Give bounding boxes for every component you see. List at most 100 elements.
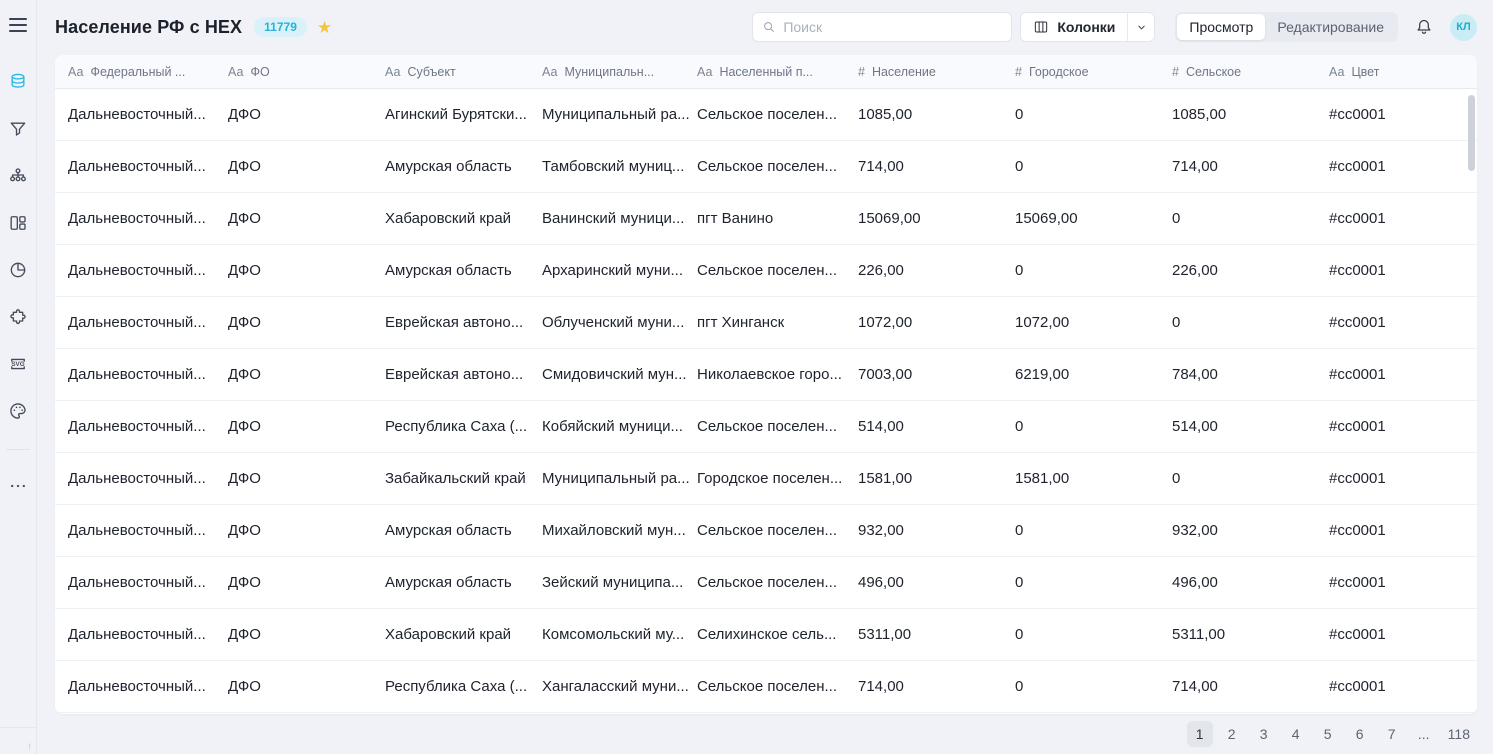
table-cell[interactable]: 0 xyxy=(1015,522,1172,539)
table-cell[interactable]: Хабаровский край xyxy=(385,210,542,227)
table-cell[interactable]: 714,00 xyxy=(1172,678,1329,695)
table-cell[interactable]: 5311,00 xyxy=(858,626,1015,643)
table-cell[interactable]: Селихинское сель... xyxy=(697,626,858,643)
table-cell[interactable]: Дальневосточный... xyxy=(68,106,228,123)
filter-icon[interactable] xyxy=(8,119,28,139)
table-cell[interactable]: ДФО xyxy=(228,314,385,331)
table-cell[interactable]: Амурская область xyxy=(385,262,542,279)
column-header-6[interactable]: #Население xyxy=(858,65,1015,79)
table-cell[interactable]: ДФО xyxy=(228,106,385,123)
table-cell[interactable]: ДФО xyxy=(228,366,385,383)
table-cell[interactable]: Забайкальский край xyxy=(385,470,542,487)
table-cell[interactable]: 496,00 xyxy=(858,574,1015,591)
table-cell[interactable]: 5311,00 xyxy=(1172,626,1329,643)
page-button-1[interactable]: 1 xyxy=(1187,721,1213,747)
table-cell[interactable]: ДФО xyxy=(228,522,385,539)
table-cell[interactable]: 1085,00 xyxy=(1172,106,1329,123)
table-cell[interactable]: #cc0001 xyxy=(1329,314,1477,331)
page-button-6[interactable]: 6 xyxy=(1347,721,1373,747)
column-header-4[interactable]: АаМуниципальн... xyxy=(542,65,697,79)
table-cell[interactable]: Дальневосточный... xyxy=(68,210,228,227)
table-cell[interactable]: #cc0001 xyxy=(1329,574,1477,591)
vertical-scrollbar[interactable] xyxy=(1468,95,1475,171)
table-cell[interactable]: ДФО xyxy=(228,678,385,695)
table-cell[interactable]: Дальневосточный... xyxy=(68,262,228,279)
table-cell[interactable]: Амурская область xyxy=(385,522,542,539)
table-cell[interactable]: Сельское поселен... xyxy=(697,574,858,591)
column-header-2[interactable]: АаФО xyxy=(228,65,385,79)
table-cell[interactable]: 514,00 xyxy=(858,418,1015,435)
table-cell[interactable]: Дальневосточный... xyxy=(68,418,228,435)
table-cell[interactable]: Ванинский муници... xyxy=(542,210,697,227)
table-cell[interactable]: ДФО xyxy=(228,470,385,487)
table-cell[interactable]: ДФО xyxy=(228,574,385,591)
pagination-ellipsis[interactable]: ... xyxy=(1411,721,1437,747)
table-cell[interactable]: #cc0001 xyxy=(1329,418,1477,435)
layout-icon[interactable] xyxy=(8,213,28,233)
puzzle-icon[interactable] xyxy=(8,307,28,327)
search-input[interactable] xyxy=(783,19,1002,35)
table-cell[interactable]: 784,00 xyxy=(1172,366,1329,383)
table-cell[interactable]: ДФО xyxy=(228,210,385,227)
table-cell[interactable]: Дальневосточный... xyxy=(68,366,228,383)
table-cell[interactable]: 0 xyxy=(1172,314,1329,331)
table-cell[interactable]: 1072,00 xyxy=(858,314,1015,331)
table-cell[interactable]: #cc0001 xyxy=(1329,210,1477,227)
table-cell[interactable]: ДФО xyxy=(228,418,385,435)
table-cell[interactable]: Республика Саха (... xyxy=(385,418,542,435)
table-cell[interactable]: Амурская область xyxy=(385,158,542,175)
table-cell[interactable]: 1581,00 xyxy=(858,470,1015,487)
table-cell[interactable]: 514,00 xyxy=(1172,418,1329,435)
table-cell[interactable]: Дальневосточный... xyxy=(68,470,228,487)
star-icon[interactable]: ★ xyxy=(317,19,332,36)
table-cell[interactable]: 932,00 xyxy=(1172,522,1329,539)
table-cell[interactable]: 15069,00 xyxy=(858,210,1015,227)
column-header-5[interactable]: АаНаселенный п... xyxy=(697,65,858,79)
column-header-7[interactable]: #Городское xyxy=(1015,65,1172,79)
column-header-1[interactable]: АаФедеральный ... xyxy=(68,65,228,79)
notifications-button[interactable] xyxy=(1412,15,1436,39)
table-cell[interactable]: 932,00 xyxy=(858,522,1015,539)
page-button-118[interactable]: 118 xyxy=(1443,721,1475,747)
table-cell[interactable]: 0 xyxy=(1172,210,1329,227)
table-cell[interactable]: #cc0001 xyxy=(1329,678,1477,695)
table-cell[interactable]: Хангаласский муни... xyxy=(542,678,697,695)
table-cell[interactable]: ДФО xyxy=(228,626,385,643)
database-icon[interactable] xyxy=(8,72,28,92)
table-cell[interactable]: 0 xyxy=(1015,262,1172,279)
table-cell[interactable]: 714,00 xyxy=(1172,158,1329,175)
page-button-3[interactable]: 3 xyxy=(1251,721,1277,747)
table-cell[interactable]: 714,00 xyxy=(858,158,1015,175)
table-cell[interactable]: 0 xyxy=(1015,158,1172,175)
table-cell[interactable]: Сельское поселен... xyxy=(697,158,858,175)
sitemap-icon[interactable] xyxy=(8,166,28,186)
table-cell[interactable]: пгт Хинганск xyxy=(697,314,858,331)
table-cell[interactable]: пгт Ванино xyxy=(697,210,858,227)
table-cell[interactable]: Сельское поселен... xyxy=(697,678,858,695)
table-cell[interactable]: 7003,00 xyxy=(858,366,1015,383)
table-cell[interactable]: 714,00 xyxy=(858,678,1015,695)
more-icon[interactable] xyxy=(8,476,28,496)
table-cell[interactable]: Городское поселен... xyxy=(697,470,858,487)
table-cell[interactable]: Сельское поселен... xyxy=(697,262,858,279)
table-cell[interactable]: Смидовичский мун... xyxy=(542,366,697,383)
table-cell[interactable]: 0 xyxy=(1015,418,1172,435)
table-cell[interactable]: 1085,00 xyxy=(858,106,1015,123)
table-cell[interactable]: Дальневосточный... xyxy=(68,314,228,331)
table-cell[interactable]: Сельское поселен... xyxy=(697,106,858,123)
column-header-8[interactable]: #Сельское xyxy=(1172,65,1329,79)
table-cell[interactable]: 1072,00 xyxy=(1015,314,1172,331)
menu-icon[interactable] xyxy=(9,18,27,32)
table-cell[interactable]: 15069,00 xyxy=(1015,210,1172,227)
table-cell[interactable]: Дальневосточный... xyxy=(68,678,228,695)
pie-chart-icon[interactable] xyxy=(8,260,28,280)
table-cell[interactable]: Михайловский мун... xyxy=(542,522,697,539)
table-cell[interactable]: Муниципальный ра... xyxy=(542,106,697,123)
table-cell[interactable]: 226,00 xyxy=(858,262,1015,279)
table-cell[interactable]: 0 xyxy=(1015,678,1172,695)
svg-file-icon[interactable]: SVG xyxy=(8,354,28,374)
column-header-3[interactable]: АаСубъект xyxy=(385,65,542,79)
table-cell[interactable]: 226,00 xyxy=(1172,262,1329,279)
table-cell[interactable]: Сельское поселен... xyxy=(697,418,858,435)
table-cell[interactable]: 0 xyxy=(1015,574,1172,591)
